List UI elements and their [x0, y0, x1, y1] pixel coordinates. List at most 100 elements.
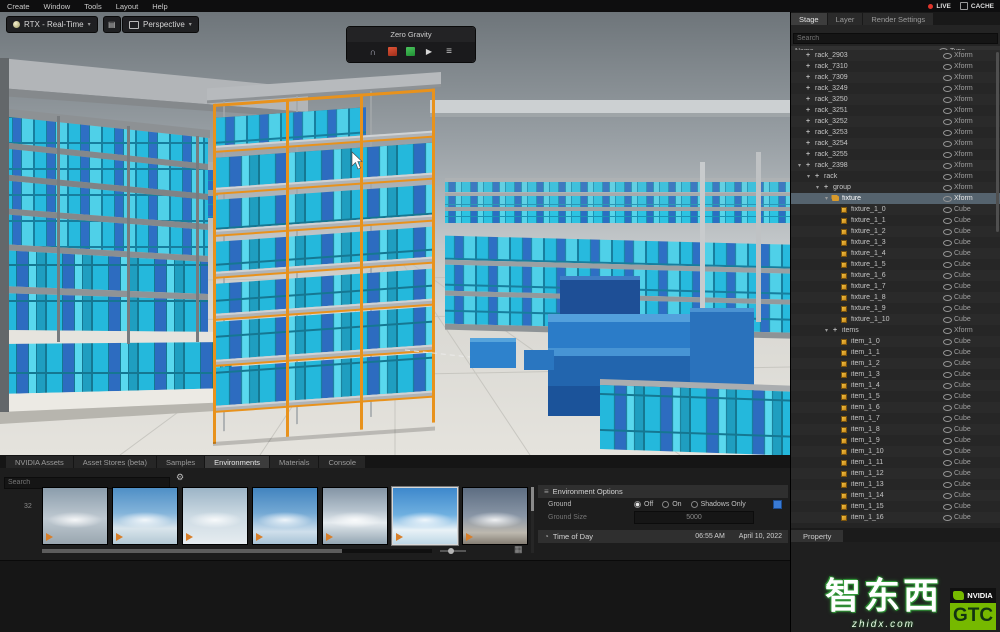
stage-row-item_1_8[interactable]: item_1_8Cube	[791, 424, 1000, 435]
play-icon[interactable]	[466, 533, 473, 541]
visibility-eye-icon[interactable]	[940, 306, 954, 312]
visibility-eye-icon[interactable]	[940, 405, 954, 411]
stage-row-items[interactable]: ▾itemsXform	[791, 325, 1000, 336]
visibility-eye-icon[interactable]	[940, 108, 954, 114]
ground-option-off[interactable]: Off	[634, 501, 653, 508]
visibility-eye-icon[interactable]	[940, 471, 954, 477]
play-icon[interactable]	[46, 533, 53, 541]
stage-row-item_1_0[interactable]: item_1_0Cube	[791, 336, 1000, 347]
visibility-eye-icon[interactable]	[940, 229, 954, 235]
visibility-eye-icon[interactable]	[940, 339, 954, 345]
stage-row-item_1_10[interactable]: item_1_10Cube	[791, 446, 1000, 457]
stage-search-input[interactable]	[793, 33, 998, 44]
menu-icon[interactable]	[444, 46, 455, 57]
menu-item-window[interactable]: Window	[37, 2, 78, 11]
expand-arrow-icon[interactable]: ▾	[805, 173, 812, 180]
stage-row-rack_3255[interactable]: rack_3255Xform	[791, 149, 1000, 160]
visibility-eye-icon[interactable]	[940, 515, 954, 521]
environment-options-scrollbar[interactable]	[531, 487, 534, 553]
visibility-eye-icon[interactable]	[940, 130, 954, 136]
stage-row-fixture_1_3[interactable]: fixture_1_3Cube	[791, 237, 1000, 248]
visibility-eye-icon[interactable]	[940, 449, 954, 455]
stage-row-item_1_9[interactable]: item_1_9Cube	[791, 435, 1000, 446]
visibility-eye-icon[interactable]	[940, 196, 954, 202]
visibility-eye-icon[interactable]	[940, 350, 954, 356]
play-icon[interactable]	[116, 533, 123, 541]
stage-row-item_1_1[interactable]: item_1_1Cube	[791, 347, 1000, 358]
visibility-eye-icon[interactable]	[940, 273, 954, 279]
viewport-3d-scene[interactable]	[0, 12, 790, 455]
expand-arrow-icon[interactable]: ▾	[823, 327, 830, 334]
expand-arrow-icon[interactable]: ▾	[796, 162, 803, 169]
stage-row-item_1_4[interactable]: item_1_4Cube	[791, 380, 1000, 391]
grid-view-icon[interactable]: ▦	[514, 544, 523, 555]
tab-render-settings[interactable]: Render Settings	[863, 13, 933, 25]
visibility-eye-icon[interactable]	[940, 482, 954, 488]
stage-row-rack_3249[interactable]: rack_3249Xform	[791, 83, 1000, 94]
visibility-eye-icon[interactable]	[940, 295, 954, 301]
expand-arrow-icon[interactable]: ▾	[823, 195, 830, 202]
stage-row-fixture[interactable]: ▾fixtureXform	[791, 193, 1000, 204]
stage-scrollbar[interactable]	[996, 52, 999, 232]
stage-row-item_1_3[interactable]: item_1_3Cube	[791, 369, 1000, 380]
stage-row-fixture_1_9[interactable]: fixture_1_9Cube	[791, 303, 1000, 314]
stage-row-rack_3251[interactable]: rack_3251Xform	[791, 105, 1000, 116]
visibility-eye-icon[interactable]	[940, 64, 954, 70]
tab-asset-stores-beta-[interactable]: Asset Stores (beta)	[74, 456, 156, 468]
environment-options-header[interactable]: ≡ Environment Options	[538, 485, 788, 498]
environment-thumbnail-sky_4[interactable]	[252, 487, 318, 545]
cache-indicator[interactable]: CACHE	[960, 2, 994, 10]
menu-item-tools[interactable]: Tools	[77, 2, 109, 11]
visibility-eye-icon[interactable]	[940, 152, 954, 158]
environment-thumbnail-sky_2[interactable]	[112, 487, 178, 545]
stage-row-fixture_1_7[interactable]: fixture_1_7Cube	[791, 281, 1000, 292]
renderer-dropdown[interactable]: RTX - Real-Time ▾	[6, 16, 98, 33]
tab-samples[interactable]: Samples	[157, 456, 204, 468]
visibility-eye-icon[interactable]	[940, 504, 954, 510]
visibility-eye-icon[interactable]	[940, 438, 954, 444]
thumbnail-scrollbar[interactable]	[42, 549, 432, 553]
tab-layer[interactable]: Layer	[828, 13, 863, 25]
ground-checkbox[interactable]	[773, 500, 782, 509]
stage-row-rack_3250[interactable]: rack_3250Xform	[791, 94, 1000, 105]
thumbnail-size-slider[interactable]	[440, 550, 466, 552]
visibility-eye-icon[interactable]	[940, 218, 954, 224]
red-cube-icon[interactable]	[388, 47, 397, 56]
stage-row-item_1_2[interactable]: item_1_2Cube	[791, 358, 1000, 369]
ground-option-shadows-only[interactable]: Shadows Only	[691, 501, 746, 508]
stage-row-item_1_16[interactable]: item_1_16Cube	[791, 512, 1000, 523]
stage-row-item_1_11[interactable]: item_1_11Cube	[791, 457, 1000, 468]
visibility-eye-icon[interactable]	[940, 284, 954, 290]
tab-stage[interactable]: Stage	[791, 13, 827, 25]
visibility-eye-icon[interactable]	[940, 262, 954, 268]
stage-row-fixture_1_2[interactable]: fixture_1_2Cube	[791, 226, 1000, 237]
expand-arrow-icon[interactable]: ▾	[814, 184, 821, 191]
stage-row-item_1_7[interactable]: item_1_7Cube	[791, 413, 1000, 424]
stage-row-rack_3254[interactable]: rack_3254Xform	[791, 138, 1000, 149]
stage-row-rack_2398[interactable]: ▾rack_2398Xform	[791, 160, 1000, 171]
time-of-day-header[interactable]: ◔ Time of Day 06:55 AM April 10, 2022	[538, 530, 788, 543]
stage-row-item_1_5[interactable]: item_1_5Cube	[791, 391, 1000, 402]
visibility-eye-icon[interactable]	[940, 361, 954, 367]
visibility-eye-icon[interactable]	[940, 207, 954, 213]
stage-row-rack_7309[interactable]: rack_7309Xform	[791, 72, 1000, 83]
tab-environments[interactable]: Environments	[205, 456, 269, 468]
visibility-eye-icon[interactable]	[940, 427, 954, 433]
environment-thumbnail-sky_5[interactable]	[322, 487, 388, 545]
play-icon[interactable]	[396, 533, 403, 541]
stage-row-rack_3253[interactable]: rack_3253Xform	[791, 127, 1000, 138]
visibility-eye-icon[interactable]	[940, 86, 954, 92]
ground-size-field[interactable]: 5000	[634, 511, 754, 524]
stage-row-item_1_6[interactable]: item_1_6Cube	[791, 402, 1000, 413]
visibility-eye-icon[interactable]	[940, 317, 954, 323]
stage-row-fixture_1_6[interactable]: fixture_1_6Cube	[791, 270, 1000, 281]
green-cube-icon[interactable]	[406, 47, 415, 56]
play-icon[interactable]	[424, 46, 435, 57]
visibility-eye-icon[interactable]	[940, 251, 954, 257]
visibility-eye-icon[interactable]	[940, 53, 954, 59]
stage-row-fixture_1_0[interactable]: fixture_1_0Cube	[791, 204, 1000, 215]
viewport-settings-button[interactable]: ▤	[103, 16, 121, 33]
visibility-eye-icon[interactable]	[940, 185, 954, 191]
visibility-eye-icon[interactable]	[940, 119, 954, 125]
stage-row-item_1_12[interactable]: item_1_12Cube	[791, 468, 1000, 479]
